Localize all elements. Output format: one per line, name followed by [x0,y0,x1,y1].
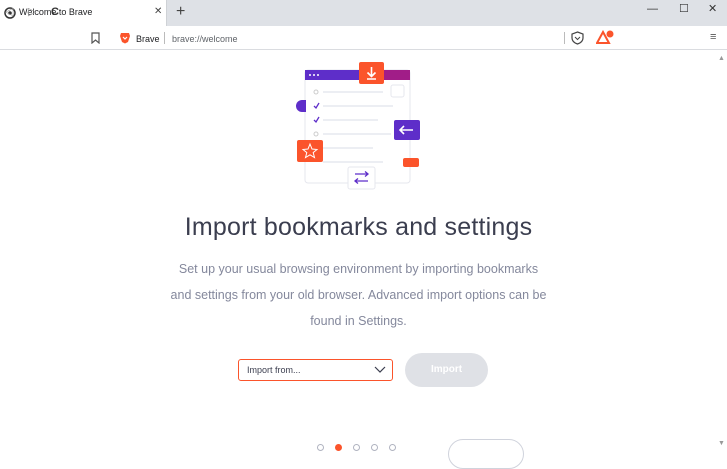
scroll-down-icon[interactable]: ▼ [718,440,725,447]
chevron-down-icon [374,366,386,373]
site-label: Brave [136,34,160,44]
brave-shields-icon[interactable] [571,31,584,45]
address-end-separator [564,32,565,44]
tab-welcome[interactable]: Welcome to Brave ✕ [0,0,167,26]
menu-button[interactable]: ≡ [710,31,716,43]
brave-lion-icon [120,33,130,44]
page-description: Set up your usual browsing environment b… [170,262,547,328]
new-tab-button[interactable]: + [176,3,185,21]
tab-strip: Welcome to Brave ✕ + — ☐ ✕ [0,0,727,26]
import-select-value: Import from... [247,365,301,375]
maximize-button[interactable]: ☐ [679,2,689,16]
forward-button[interactable]: ▷ [28,5,36,19]
reload-button[interactable]: C [51,5,59,19]
brave-rewards-icon[interactable] [596,30,614,45]
bookmark-icon[interactable] [91,32,100,44]
page-title: Import bookmarks and settings [184,213,533,241]
minimize-button[interactable]: — [647,2,658,16]
url-text[interactable]: brave://welcome [172,34,238,44]
import-button[interactable]: Import [405,353,488,387]
window-close-button[interactable]: ✕ [708,2,717,16]
next-button[interactable] [448,439,524,469]
import-illustration [296,62,420,190]
tab-close-icon[interactable]: ✕ [154,6,162,18]
pagination-dots [317,444,407,454]
import-from-select[interactable]: Import from... [238,359,393,381]
back-button[interactable]: ◁ [5,5,13,19]
scrollbar[interactable] [717,50,727,450]
scroll-up-icon[interactable]: ▲ [718,55,725,62]
address-separator [164,32,165,44]
